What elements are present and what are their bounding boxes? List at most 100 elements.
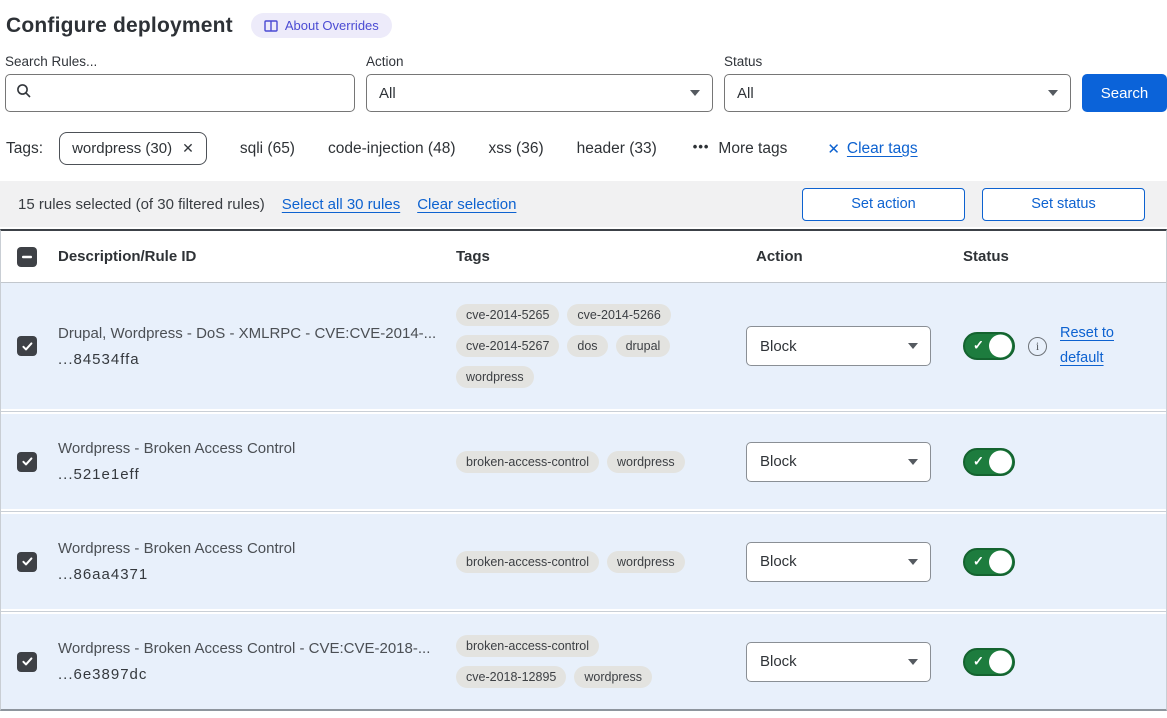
action-filter-select[interactable]: All: [366, 74, 713, 112]
rule-enabled-toggle[interactable]: ✓: [963, 448, 1015, 476]
rule-id: ...84534ffa: [58, 351, 442, 368]
about-overrides-badge[interactable]: About Overrides: [251, 13, 392, 38]
rule-id: ...86aa4371: [58, 566, 442, 583]
rule-action-select[interactable]: Block: [746, 442, 931, 482]
remove-tag-icon[interactable]: ✕: [182, 140, 194, 157]
row-checkbox-cell: [1, 552, 53, 572]
rule-tag-pill: cve-2014-5266: [567, 304, 670, 326]
status-filter-value: All: [737, 85, 754, 102]
row-checkbox-cell: [1, 452, 53, 472]
rule-enabled-toggle[interactable]: ✓: [963, 332, 1015, 360]
chevron-down-icon: [1048, 90, 1058, 96]
search-button[interactable]: Search: [1082, 74, 1167, 112]
chevron-down-icon: [908, 559, 918, 565]
toggle-check-icon: ✓: [973, 553, 984, 569]
rule-action-cell: Block: [746, 532, 951, 592]
rule-action-value: Block: [760, 653, 797, 670]
clear-tags-link[interactable]: ✕ Clear tags: [827, 140, 917, 158]
tag-filter-item[interactable]: xss (36): [489, 140, 544, 158]
rule-id: ...521e1eff: [58, 466, 442, 483]
tag-list: sqli (65) code-injection (48) xss (36) head…: [207, 140, 657, 158]
rule-action-cell: Block: [746, 432, 951, 492]
select-all-checkbox[interactable]: [17, 247, 37, 267]
page-header: Configure deployment About Overrides: [0, 0, 1167, 38]
rule-title: Wordpress - Broken Access Control - CVE:…: [58, 640, 442, 657]
table-row: Wordpress - Broken Access Control ...86aa…: [1, 514, 1166, 609]
reset-to-default-link[interactable]: Reset to default: [1060, 321, 1124, 370]
toggle-knob: [989, 450, 1012, 473]
row-checkbox[interactable]: [17, 336, 37, 356]
selected-tag-wordpress[interactable]: wordpress (30) ✕: [59, 132, 207, 165]
rule-status-cell: ✓: [951, 648, 1166, 676]
tag-filter-item[interactable]: sqli (65): [240, 140, 295, 158]
clear-tags-label: Clear tags: [847, 140, 918, 158]
rule-id: ...6e3897dc: [58, 666, 442, 683]
set-status-button[interactable]: Set status: [982, 188, 1145, 221]
table-row: Wordpress - Broken Access Control ...521e…: [1, 414, 1166, 509]
rules-table: Description/Rule ID Tags Action Status D…: [0, 229, 1167, 711]
row-checkbox[interactable]: [17, 652, 37, 672]
rule-action-value: Block: [760, 553, 797, 570]
rule-action-cell: Block: [746, 632, 951, 692]
row-checkbox[interactable]: [17, 552, 37, 572]
toggle-check-icon: ✓: [973, 653, 984, 669]
table-header-row: Description/Rule ID Tags Action Status: [1, 231, 1166, 283]
search-icon: [16, 83, 32, 104]
table-row: Wordpress - Broken Access Control - CVE:…: [1, 614, 1166, 709]
rule-tag-pill: cve-2014-5267: [456, 335, 559, 357]
rule-title: Wordpress - Broken Access Control: [58, 540, 442, 557]
status-filter-label: Status: [724, 54, 1071, 69]
book-icon: [264, 20, 278, 32]
clear-selection-link[interactable]: Clear selection: [417, 196, 516, 213]
rule-action-cell: Block: [746, 316, 951, 376]
configure-deployment-page: { "page": { "title": "Configure deployme…: [0, 0, 1167, 718]
rule-action-select[interactable]: Block: [746, 542, 931, 582]
more-tags-label: More tags: [718, 140, 787, 158]
column-header-action: Action: [746, 248, 951, 265]
rule-status-cell: ✓: [951, 548, 1166, 576]
row-checkbox[interactable]: [17, 452, 37, 472]
rule-action-select[interactable]: Block: [746, 326, 931, 366]
rule-status-cell: ✓: [951, 448, 1166, 476]
status-filter-select[interactable]: All: [724, 74, 1071, 112]
selection-bar: 15 rules selected (of 30 filtered rules)…: [0, 181, 1167, 227]
tag-filter-item[interactable]: code-injection (48): [328, 140, 456, 158]
rule-action-value: Block: [760, 338, 797, 355]
rule-description-cell: Drupal, Wordpress - DoS - XMLRPC - CVE:C…: [53, 307, 456, 386]
search-rules-input[interactable]: [40, 85, 344, 102]
about-overrides-label: About Overrides: [285, 18, 379, 33]
rule-tags-cell: broken-access-control wordpress: [456, 537, 746, 587]
tags-bar-label: Tags:: [6, 140, 43, 158]
rule-tag-pill: broken-access-control: [456, 551, 599, 573]
chevron-down-icon: [908, 659, 918, 665]
rule-tag-pill: dos: [567, 335, 607, 357]
rule-title: Drupal, Wordpress - DoS - XMLRPC - CVE:C…: [58, 325, 442, 342]
rule-enabled-toggle[interactable]: ✓: [963, 548, 1015, 576]
page-title: Configure deployment: [6, 14, 233, 38]
set-action-button[interactable]: Set action: [802, 188, 965, 221]
table-body: Drupal, Wordpress - DoS - XMLRPC - CVE:C…: [1, 283, 1166, 709]
rule-action-value: Block: [760, 453, 797, 470]
rule-tags-cell: broken-access-controlwordpress: [456, 437, 746, 487]
rule-tag-pill: cve-2018-12895: [456, 666, 566, 688]
chevron-down-icon: [690, 90, 700, 96]
chevron-down-icon: [908, 343, 918, 349]
more-tags-button[interactable]: ••• More tags: [693, 140, 788, 158]
rule-tag-pill: wordpress: [574, 666, 652, 688]
filters-row: Search Rules... Action All Status All Se…: [0, 38, 1167, 112]
rule-tag-pill: wordpress: [607, 551, 685, 573]
rule-tags-cell: cve-2014-5265 cve-2014-5266 cve-2014-5267 d…: [456, 290, 746, 402]
rule-action-select[interactable]: Block: [746, 642, 931, 682]
rule-title: Wordpress - Broken Access Control: [58, 440, 442, 457]
rule-tag-pill: broken-access-control: [456, 635, 599, 657]
search-rules-label: Search Rules...: [5, 54, 355, 69]
tag-filter-item[interactable]: header (33): [577, 140, 657, 158]
search-rules-box: [5, 74, 355, 112]
selection-summary: 15 rules selected (of 30 filtered rules): [18, 196, 265, 213]
column-header-description: Description/Rule ID: [53, 248, 456, 265]
toggle-knob: [989, 650, 1012, 673]
select-all-link[interactable]: Select all 30 rules: [282, 196, 400, 213]
info-icon[interactable]: i: [1028, 337, 1047, 356]
rule-tag-pill: cve-2014-5265: [456, 304, 559, 326]
rule-enabled-toggle[interactable]: ✓: [963, 648, 1015, 676]
